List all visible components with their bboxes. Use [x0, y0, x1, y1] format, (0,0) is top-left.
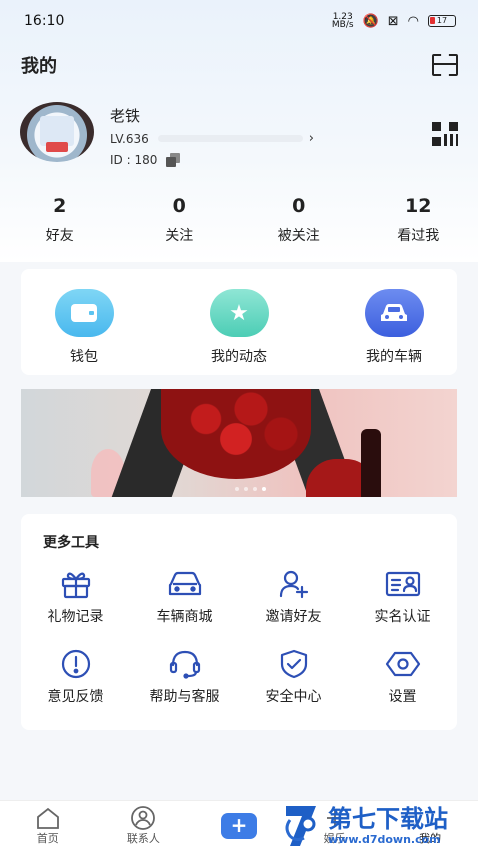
- status-bar: 16:10 1.23 MB/s 🔕 ⊠ ◠ 17: [0, 0, 478, 42]
- sim-off-icon: ⊠: [387, 13, 399, 29]
- scan-icon[interactable]: [432, 54, 458, 76]
- stat-label: 好友: [45, 228, 74, 244]
- nav-label: 首页: [36, 831, 59, 845]
- plus-button[interactable]: +: [220, 812, 257, 839]
- level-progress-bar: [157, 135, 303, 142]
- stat-following[interactable]: 0 关注: [120, 192, 240, 252]
- quick-moments[interactable]: ★ 我的动态: [184, 269, 294, 375]
- more-tools-card: 更多工具 礼物记录 车辆商城 邀请好友 实名认证 意见反馈 帮助与客服 安全中心…: [21, 514, 457, 730]
- stat-number: 2: [53, 195, 67, 217]
- wallet-icon: [54, 289, 114, 337]
- page-header: 我的: [0, 48, 478, 82]
- tool-invite-friends[interactable]: 邀请好友: [239, 568, 348, 626]
- tool-feedback[interactable]: 意见反馈: [21, 648, 130, 706]
- battery-level: 17: [436, 16, 448, 25]
- profile-section[interactable]: 老铁 LV.636 › ID : 180: [0, 100, 478, 180]
- level-row[interactable]: LV.636 ›: [110, 131, 314, 146]
- mute-icon: 🔕: [362, 13, 379, 29]
- tool-settings[interactable]: 设置: [348, 648, 457, 706]
- net-speed: 1.23 MB/s: [331, 12, 354, 30]
- stat-label: 看过我: [397, 228, 440, 244]
- watermark-logo-icon: [282, 802, 324, 848]
- tool-label: 意见反馈: [47, 689, 104, 705]
- quick-vehicles[interactable]: 我的车辆: [339, 269, 449, 375]
- quick-actions-card: 钱包 ★ 我的动态 我的车辆: [21, 269, 457, 375]
- tool-label: 帮助与客服: [149, 689, 220, 705]
- stat-label: 被关注: [277, 228, 320, 244]
- wifi-icon: ◠: [407, 13, 419, 29]
- settings-icon: [385, 648, 421, 680]
- gift-icon: [58, 568, 94, 600]
- quick-label: 钱包: [70, 349, 98, 365]
- contacts-icon: [129, 805, 157, 830]
- stat-label: 关注: [165, 228, 194, 244]
- stat-number: 0: [172, 195, 186, 217]
- battery-icon: 17: [428, 15, 456, 27]
- page-title: 我的: [21, 56, 57, 77]
- stat-followers[interactable]: 0 被关注: [239, 192, 359, 252]
- level-text: LV.636: [110, 131, 149, 146]
- tool-real-name-auth[interactable]: 实名认证: [348, 568, 457, 626]
- nav-add[interactable]: +: [191, 812, 287, 839]
- level-arrow-icon: ›: [308, 131, 314, 146]
- user-id: ID : 180: [110, 153, 158, 167]
- quick-wallet[interactable]: 钱包: [29, 269, 139, 375]
- add-user-icon: [276, 568, 312, 600]
- promo-banner[interactable]: [21, 389, 457, 497]
- stat-number: 0: [292, 195, 306, 217]
- banner-dots: [235, 487, 266, 491]
- tool-label: 礼物记录: [47, 609, 104, 625]
- tool-label: 邀请好友: [265, 609, 322, 625]
- nav-home[interactable]: 首页: [0, 806, 96, 846]
- stat-number: 12: [405, 195, 432, 217]
- watermark-title: 第七下载站: [328, 804, 448, 833]
- car-mall-icon: [167, 568, 203, 600]
- tool-label: 设置: [388, 689, 417, 705]
- tool-gift-records[interactable]: 礼物记录: [21, 568, 130, 626]
- copy-icon[interactable]: [166, 153, 181, 167]
- quick-label: 我的动态: [211, 349, 267, 365]
- qr-code-icon[interactable]: [432, 122, 458, 146]
- status-time: 16:10: [24, 13, 65, 29]
- tool-help-support[interactable]: 帮助与客服: [130, 648, 239, 706]
- tool-label: 安全中心: [265, 689, 322, 705]
- stat-friends[interactable]: 2 好友: [0, 192, 120, 252]
- avatar[interactable]: [20, 102, 94, 162]
- tool-label: 实名认证: [374, 609, 431, 625]
- id-row: ID : 180: [110, 153, 181, 167]
- headset-icon: [167, 648, 203, 680]
- watermark: 第七下载站 www.d7down.com: [282, 800, 478, 850]
- shield-icon: [276, 648, 312, 680]
- star-icon: ★: [209, 289, 269, 337]
- stats-row: 2 好友 0 关注 0 被关注 12 看过我: [0, 192, 478, 252]
- watermark-url: www.d7down.com: [328, 832, 441, 846]
- home-icon: [34, 806, 62, 830]
- nickname: 老铁: [110, 107, 141, 125]
- car-icon: [364, 289, 424, 337]
- nav-contacts[interactable]: 联系人: [96, 805, 192, 846]
- quick-label: 我的车辆: [366, 349, 422, 365]
- id-card-icon: [385, 568, 421, 600]
- tool-label: 车辆商城: [156, 609, 213, 625]
- tools-title: 更多工具: [43, 535, 99, 551]
- exclamation-icon: [58, 648, 94, 680]
- tool-security-center[interactable]: 安全中心: [239, 648, 348, 706]
- tool-car-mall[interactable]: 车辆商城: [130, 568, 239, 626]
- stat-visitors[interactable]: 12 看过我: [359, 192, 478, 252]
- nav-label: 联系人: [126, 831, 160, 845]
